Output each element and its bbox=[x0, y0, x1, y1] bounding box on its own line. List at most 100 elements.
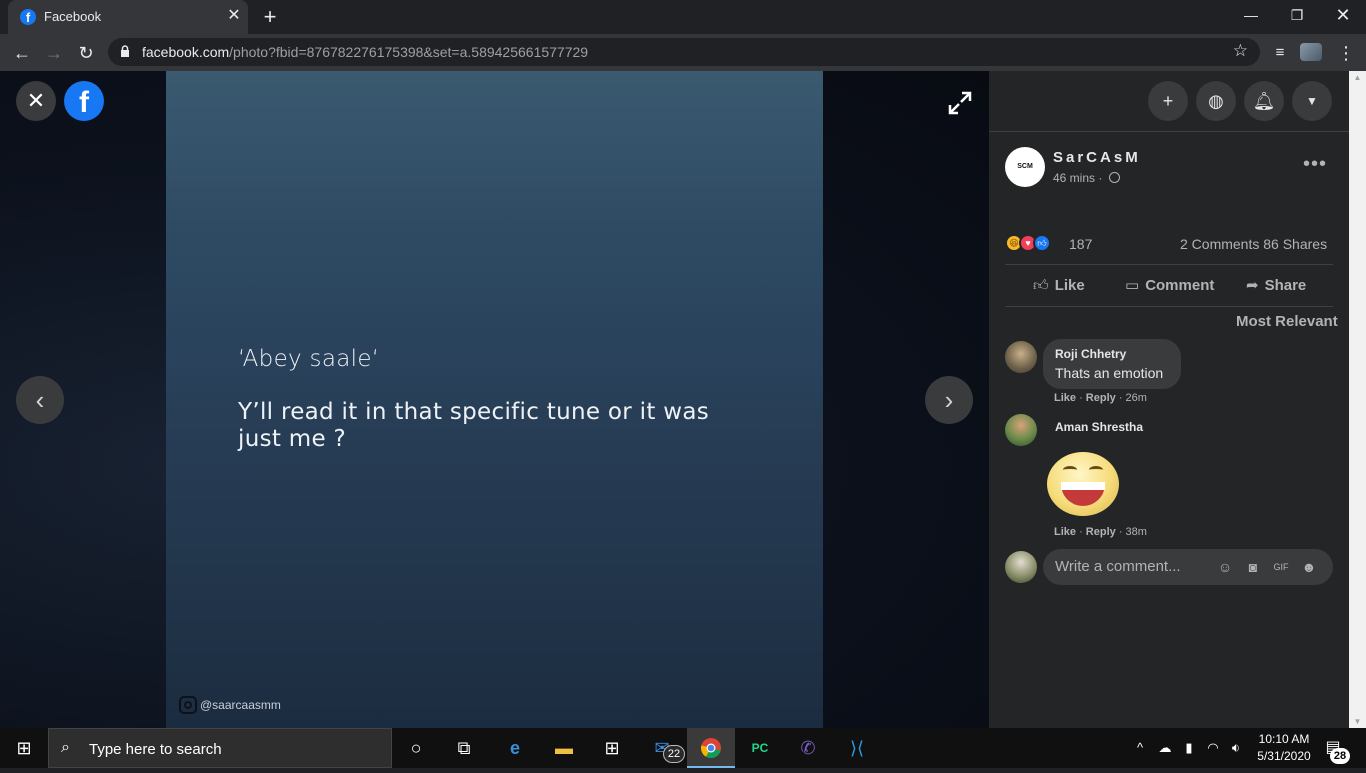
emoji-icon[interactable]: ☺ bbox=[1215, 557, 1235, 577]
new-tab-button[interactable]: + bbox=[258, 5, 282, 29]
commenter-name[interactable]: Roji Chhetry bbox=[1055, 347, 1126, 361]
chrome-icon[interactable] bbox=[687, 728, 735, 768]
photo-caption-line2: Y’ll read it in that specific tune or it… bbox=[238, 399, 710, 452]
file-explorer-icon[interactable]: ▬ bbox=[540, 728, 588, 768]
search-icon: ⌕ bbox=[61, 739, 70, 756]
sticker-teeth bbox=[1061, 482, 1105, 490]
account-dropdown-icon[interactable]: ▼ bbox=[1292, 81, 1332, 121]
edge-icon[interactable]: e bbox=[491, 728, 539, 768]
pycharm-icon[interactable]: PC bbox=[736, 728, 784, 768]
next-photo-button[interactable]: › bbox=[925, 376, 973, 424]
scroll-down-icon[interactable]: ▼ bbox=[1349, 717, 1366, 726]
reload-button[interactable]: ↻ bbox=[72, 39, 100, 67]
viber-icon[interactable]: ✆ bbox=[784, 728, 832, 768]
windows-start-icon[interactable]: ⊞ bbox=[0, 728, 48, 768]
instagram-icon bbox=[179, 696, 197, 714]
browser-tab[interactable]: f Facebook ✕ bbox=[8, 0, 248, 34]
browser-tabstrip: f Facebook ✕ + — ❐ ✕ bbox=[0, 0, 1366, 34]
like-button[interactable]: 👍︎ Like bbox=[1033, 274, 1085, 298]
previous-photo-button[interactable]: ‹ bbox=[16, 376, 64, 424]
divider bbox=[989, 131, 1349, 132]
facebook-logo[interactable]: f bbox=[64, 81, 104, 121]
thumbs-up-icon: 👍︎ bbox=[1033, 277, 1049, 294]
facebook-favicon-icon: f bbox=[20, 9, 36, 25]
photo-caption-line1: ‘Abey saale‘ bbox=[238, 346, 380, 372]
close-window-button[interactable]: ✕ bbox=[1320, 0, 1366, 30]
notification-count-badge: 28 bbox=[1330, 748, 1350, 764]
show-hidden-icons-icon[interactable]: ^ bbox=[1132, 728, 1148, 768]
messenger-icon[interactable]: ◍ bbox=[1196, 81, 1236, 121]
create-plus-icon[interactable]: + bbox=[1148, 81, 1188, 121]
lock-icon bbox=[121, 45, 129, 57]
sticker-icon[interactable]: ☻ bbox=[1299, 557, 1319, 577]
close-icon[interactable]: ✕ bbox=[16, 81, 56, 121]
tab-title: Facebook bbox=[44, 9, 102, 24]
volume-icon[interactable]: 🔉︎ bbox=[1226, 728, 1246, 768]
like-reaction-icon[interactable]: 👍︎ bbox=[1033, 234, 1051, 252]
search-placeholder: Type here to search bbox=[89, 741, 222, 758]
profile-avatar-icon[interactable] bbox=[1300, 43, 1322, 61]
comment-reply-link[interactable]: Reply bbox=[1086, 392, 1116, 404]
windows-taskbar: ⊞ ⌕ Type here to search ○ ⧉ e ▬ ⊞ ✉ 22 P… bbox=[0, 728, 1366, 768]
page-name[interactable]: SarCAsM bbox=[1053, 149, 1141, 166]
notifications-bell-icon[interactable]: 🔔︎ bbox=[1244, 81, 1284, 121]
photo: ‘Abey saale‘ Y’ll read it in that specif… bbox=[166, 71, 823, 728]
clock-time: 10:10 AM bbox=[1258, 732, 1310, 746]
divider bbox=[1005, 264, 1333, 265]
forward-button[interactable]: → bbox=[40, 39, 68, 67]
page-scrollbar[interactable]: ▲ ▼ bbox=[1349, 71, 1366, 728]
sticker-eye bbox=[1089, 466, 1103, 474]
comment-like-link[interactable]: Like bbox=[1054, 526, 1076, 538]
share-button[interactable]: ➦ Share bbox=[1246, 274, 1306, 298]
taskbar-search[interactable]: ⌕ Type here to search bbox=[48, 728, 392, 768]
gif-icon[interactable]: GIF bbox=[1271, 557, 1291, 577]
tab-close-icon[interactable]: ✕ bbox=[225, 7, 243, 25]
divider bbox=[1005, 306, 1333, 307]
task-view-icon[interactable]: ⧉ bbox=[440, 728, 488, 768]
minimize-button[interactable]: — bbox=[1228, 0, 1274, 30]
comment-reply-link[interactable]: Reply bbox=[1086, 526, 1116, 538]
cortana-icon[interactable]: ○ bbox=[392, 728, 440, 768]
post-panel: + ◍ 🔔︎ ▼ SCM SarCAsM 46 mins · ••• 😆︎ ♥ … bbox=[989, 71, 1349, 728]
back-button[interactable]: ← bbox=[8, 39, 36, 67]
sticker-eye bbox=[1063, 466, 1077, 474]
url-text: facebook.com/photo?fbid=876782276175398&… bbox=[142, 44, 588, 60]
commenter-avatar[interactable] bbox=[1005, 341, 1037, 373]
address-bar[interactable]: facebook.com/photo?fbid=876782276175398&… bbox=[108, 38, 1260, 66]
bookmark-star-icon[interactable]: ☆ bbox=[1233, 41, 1248, 61]
comment-input[interactable]: Write a comment... ☺ ◙ GIF ☻ bbox=[1043, 549, 1333, 585]
media-control-icon[interactable]: ≡ bbox=[1266, 39, 1294, 67]
comment-time[interactable]: 26m bbox=[1126, 392, 1147, 404]
my-avatar[interactable] bbox=[1005, 551, 1037, 583]
comment-time[interactable]: 38m bbox=[1126, 526, 1147, 538]
comment-label: Comment bbox=[1145, 277, 1215, 294]
camera-icon[interactable]: ◙ bbox=[1243, 557, 1263, 577]
wifi-icon[interactable]: ◠ bbox=[1204, 728, 1222, 768]
taskbar-clock[interactable]: 10:10 AM 5/31/2020 bbox=[1248, 731, 1320, 765]
commenter-avatar[interactable] bbox=[1005, 414, 1037, 446]
like-label: Like bbox=[1054, 277, 1085, 294]
restore-button[interactable]: ❐ bbox=[1274, 0, 1320, 30]
comment-like-link[interactable]: Like bbox=[1054, 392, 1076, 404]
battery-icon[interactable]: ▮ bbox=[1180, 728, 1198, 768]
page-avatar[interactable]: SCM bbox=[1005, 147, 1045, 187]
comment-sort-dropdown[interactable]: Most Relevant bbox=[1236, 313, 1338, 330]
reaction-count[interactable]: 187 bbox=[1069, 236, 1092, 252]
fullscreen-icon[interactable] bbox=[946, 89, 974, 117]
comment-bubble: Roji Chhetry Thats an emotion bbox=[1043, 339, 1181, 389]
vscode-icon[interactable]: ⟩⟨ bbox=[833, 728, 881, 768]
chrome-menu-icon[interactable]: ⋮ bbox=[1332, 39, 1360, 67]
comment-actions: Like · Reply · 38m bbox=[1054, 526, 1147, 538]
comment-placeholder: Write a comment... bbox=[1055, 558, 1181, 575]
clock-date: 5/31/2020 bbox=[1257, 749, 1311, 763]
scroll-up-icon[interactable]: ▲ bbox=[1349, 73, 1366, 82]
chrome-logo-icon bbox=[700, 738, 721, 759]
comments-shares-count[interactable]: 2 Comments 86 Shares bbox=[1180, 236, 1327, 252]
post-timestamp[interactable]: 46 mins · bbox=[1053, 171, 1102, 185]
laughing-sticker-icon bbox=[1047, 452, 1119, 516]
commenter-name[interactable]: Aman Shrestha bbox=[1055, 420, 1143, 434]
store-icon[interactable]: ⊞ bbox=[588, 728, 636, 768]
onedrive-icon[interactable]: ☁ bbox=[1154, 728, 1176, 768]
comment-button[interactable]: ▭ Comment bbox=[1125, 274, 1214, 298]
more-options-icon[interactable]: ••• bbox=[1303, 153, 1327, 176]
